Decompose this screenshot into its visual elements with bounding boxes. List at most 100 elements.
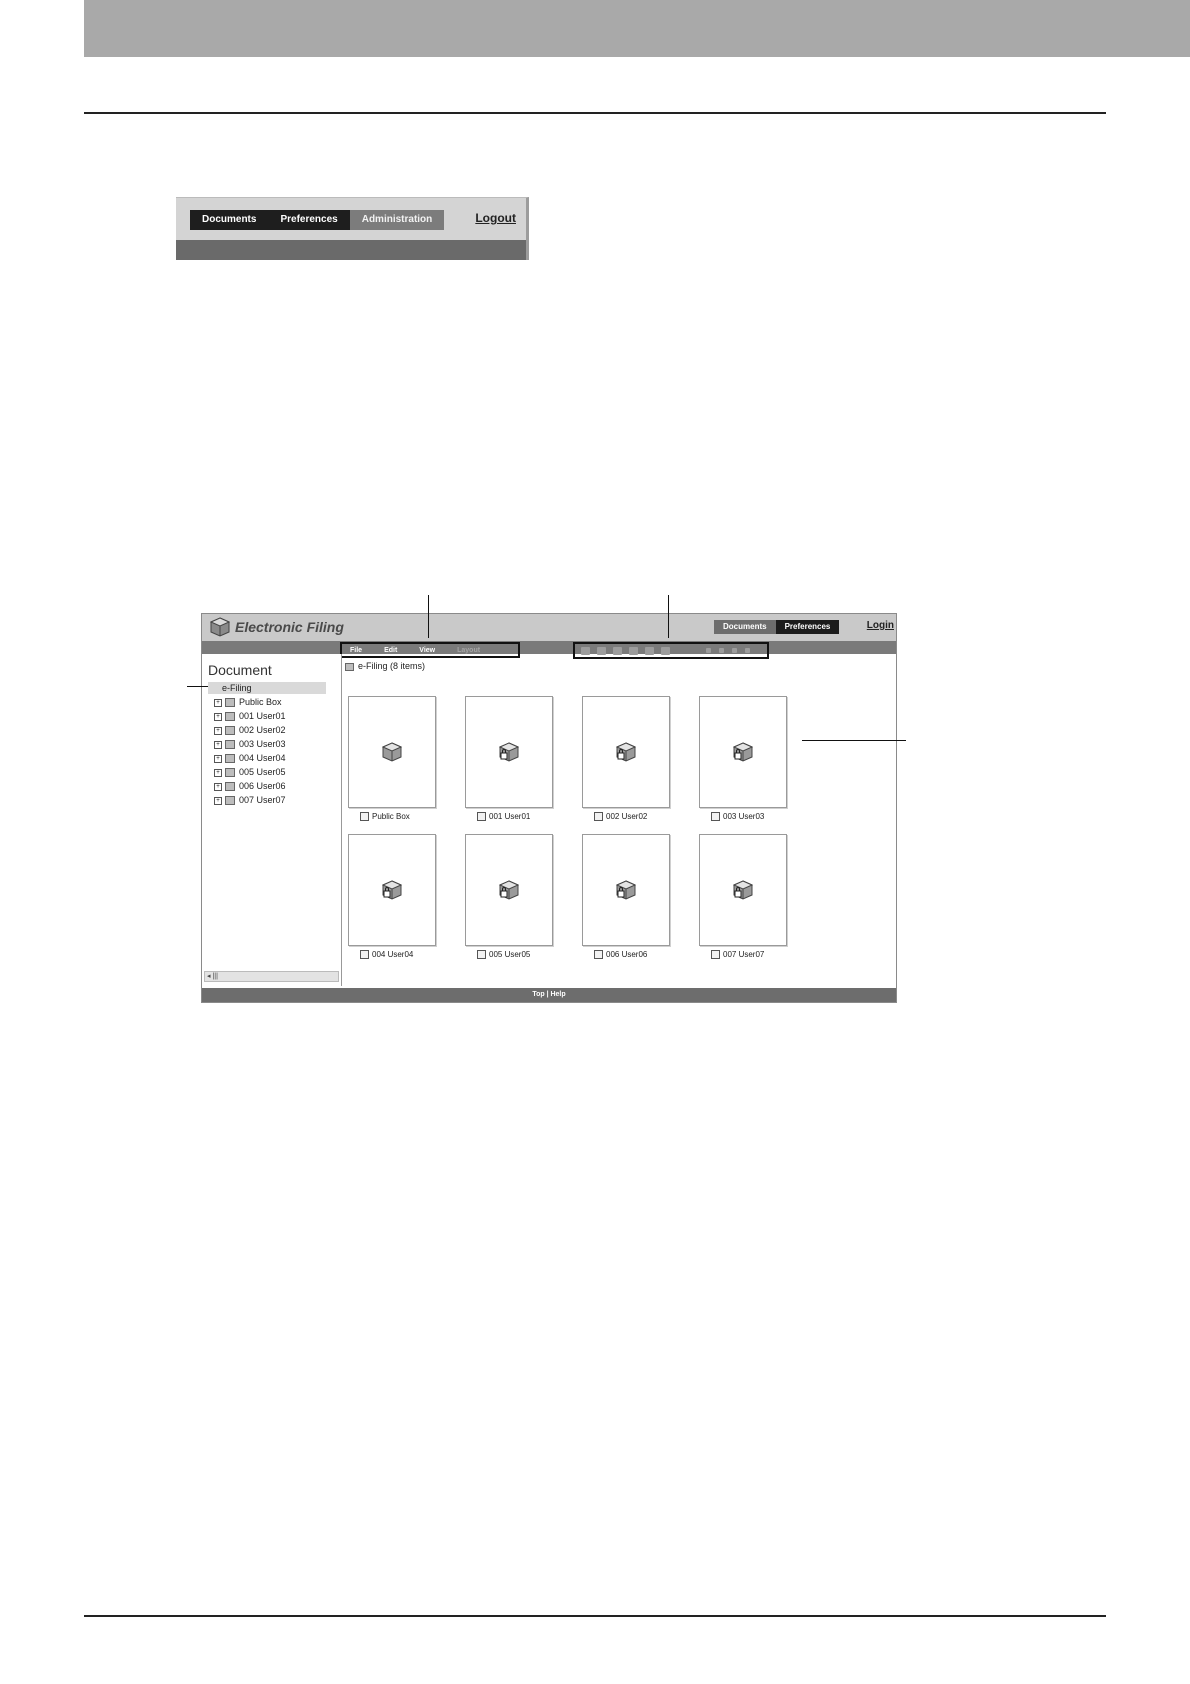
login-link[interactable]: Login <box>867 620 894 631</box>
nav-tab-documents[interactable]: Documents <box>714 620 776 634</box>
tab-preferences[interactable]: Preferences <box>268 210 350 230</box>
expand-icon[interactable]: + <box>214 740 222 749</box>
tab-strip-screenshot: Documents Preferences Administration Log… <box>176 197 529 260</box>
tree-item-label: 003 User03 <box>239 739 286 749</box>
lock-icon[interactable] <box>597 646 606 655</box>
tree-item-label: 002 User02 <box>239 725 286 735</box>
tree-item-label: 007 User07 <box>239 795 286 805</box>
footer-bar[interactable]: Top | Help <box>202 988 896 1002</box>
box-label: 007 User07 <box>723 950 765 959</box>
expand-icon[interactable]: + <box>214 754 222 763</box>
box-tile[interactable] <box>465 696 553 808</box>
expand-icon[interactable]: + <box>214 782 222 791</box>
box-label: Public Box <box>372 812 410 821</box>
tree-root-efiling[interactable]: e-Filing <box>208 682 326 694</box>
toolbar-icons <box>573 642 769 659</box>
tree-item-label: Public Box <box>239 697 282 707</box>
copy-icon[interactable] <box>645 646 654 655</box>
locked-box-icon <box>382 880 402 900</box>
box-caption: 005 User05 <box>477 950 531 960</box>
tree-item[interactable]: + Public Box <box>214 696 282 708</box>
box-checkbox[interactable] <box>477 812 486 822</box>
box-checkbox[interactable] <box>360 950 369 960</box>
header-rule <box>84 112 1106 114</box>
tree-item[interactable]: +005 User05 <box>214 766 286 778</box>
box-tile[interactable] <box>699 696 787 808</box>
locked-box-icon <box>499 742 519 762</box>
tree-item[interactable]: +002 User02 <box>214 724 286 736</box>
next-page-icon[interactable] <box>732 648 737 653</box>
menu-file[interactable]: File <box>350 647 362 654</box>
box-tile[interactable] <box>582 834 670 946</box>
tree-pane-title: Document <box>208 662 272 678</box>
app-title: Electronic Filing <box>235 619 344 635</box>
expand-icon[interactable]: + <box>214 712 222 721</box>
first-page-icon[interactable] <box>706 648 711 653</box>
box-caption: 006 User06 <box>594 950 648 960</box>
box-icon <box>225 698 235 708</box>
box-caption: 003 User03 <box>711 812 764 822</box>
tab-documents[interactable]: Documents <box>190 210 269 230</box>
cabinet-icon <box>345 662 354 671</box>
box-label: 004 User04 <box>372 950 414 959</box>
tree-item[interactable]: +003 User03 <box>214 738 286 750</box>
nav-tab-preferences[interactable]: Preferences <box>775 620 840 634</box>
box-label: 002 User02 <box>606 812 648 821</box>
box-checkbox[interactable] <box>594 812 603 822</box>
callout-menu-line <box>428 595 429 638</box>
delete-icon[interactable] <box>661 646 670 655</box>
menu-bar: File Edit View Layout <box>340 642 520 658</box>
box-caption: 004 User04 <box>360 950 414 960</box>
new-folder-icon[interactable] <box>581 646 590 655</box>
tree-pane: Document e-Filing + Public Box +001 User01… <box>202 654 342 986</box>
tab-strip-lower-bar <box>176 240 526 260</box>
logout-link[interactable]: Logout <box>475 211 516 225</box>
callout-toolbar-line <box>668 595 669 638</box>
box-caption: 002 User02 <box>594 812 648 822</box>
tab-administration[interactable]: Administration <box>349 210 445 230</box>
box-icon <box>225 726 235 736</box>
current-path: e-Filing (8 items) <box>345 661 425 671</box>
tree-item[interactable]: +004 User04 <box>214 752 286 764</box>
tree-item[interactable]: +006 User06 <box>214 780 286 792</box>
menu-view[interactable]: View <box>419 647 435 654</box>
box-tile[interactable] <box>582 696 670 808</box>
box-checkbox[interactable] <box>360 812 369 822</box>
callout-tree-line <box>187 686 208 687</box>
tree-item[interactable]: +001 User01 <box>214 710 286 722</box>
last-page-icon[interactable] <box>745 648 750 653</box>
expand-icon[interactable]: + <box>214 768 222 777</box>
download-icon[interactable] <box>629 646 638 655</box>
locked-box-icon <box>499 880 519 900</box>
box-tile[interactable] <box>465 834 553 946</box>
expand-icon[interactable]: + <box>214 698 222 707</box>
box-tile[interactable] <box>348 696 436 808</box>
box-checkbox[interactable] <box>594 950 603 960</box>
tab-bar: Documents Preferences Administration <box>190 210 445 230</box>
tree-item-label: 005 User05 <box>239 767 286 777</box>
menu-edit[interactable]: Edit <box>384 647 397 654</box>
expand-icon[interactable]: + <box>214 796 222 805</box>
box-caption: Public Box <box>360 812 410 822</box>
tree-item-label: 001 User01 <box>239 711 286 721</box>
box-icon <box>225 740 235 750</box>
prev-page-icon[interactable] <box>719 648 724 653</box>
box-checkbox[interactable] <box>477 950 486 960</box>
box-label: 005 User05 <box>489 950 531 959</box>
box-label: 001 User01 <box>489 812 531 821</box>
box-tile[interactable] <box>699 834 787 946</box>
path-label: e-Filing (8 items) <box>358 661 426 671</box>
locked-box-icon <box>616 880 636 900</box>
callout-contents-line <box>802 740 906 741</box>
box-icon <box>225 782 235 792</box>
locked-box-icon <box>733 742 753 762</box>
expand-icon[interactable]: + <box>214 726 222 735</box>
print-icon[interactable] <box>613 646 622 655</box>
box-icon <box>225 754 235 764</box>
box-tile[interactable] <box>348 834 436 946</box>
box-checkbox[interactable] <box>711 950 720 960</box>
tree-item[interactable]: +007 User07 <box>214 794 286 806</box>
box-checkbox[interactable] <box>711 812 720 822</box>
box-label: 006 User06 <box>606 950 648 959</box>
tree-scrollbar[interactable]: ◂ ||| <box>204 971 339 982</box>
